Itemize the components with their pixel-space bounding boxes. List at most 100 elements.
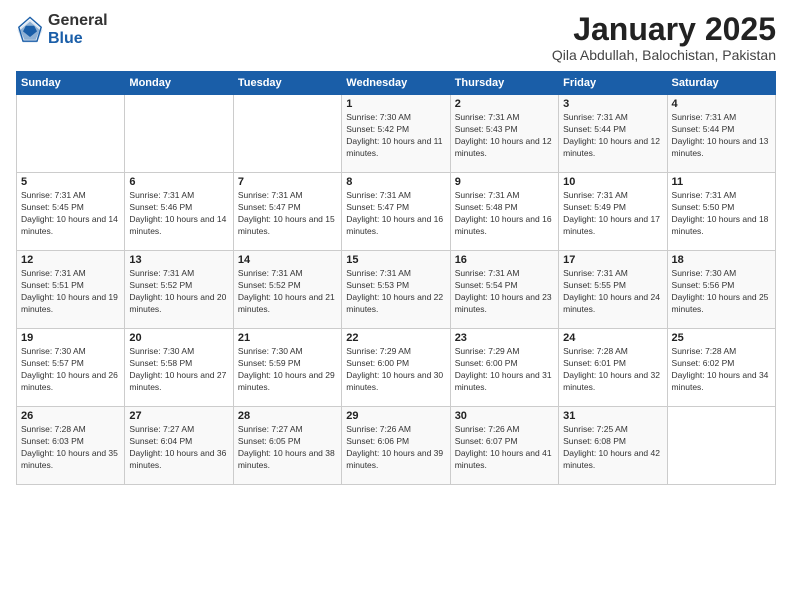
week-row-3: 12 Sunrise: 7:31 AM Sunset: 5:51 PM Dayli… xyxy=(17,251,776,329)
day-info: Sunrise: 7:25 AM Sunset: 6:08 PM Dayligh… xyxy=(563,424,662,472)
day-info: Sunrise: 7:31 AM Sunset: 5:47 PM Dayligh… xyxy=(346,190,445,238)
day-cell: 5 Sunrise: 7:31 AM Sunset: 5:45 PM Daylig… xyxy=(17,173,125,251)
header-friday: Friday xyxy=(559,72,667,95)
logo-blue: Blue xyxy=(48,30,108,48)
day-cell: 4Sunrise: 7:31 AM Sunset: 5:44 PM Daylig… xyxy=(667,95,775,173)
day-cell: 11 Sunrise: 7:31 AM Sunset: 5:50 PM Dayli… xyxy=(667,173,775,251)
day-cell: 25 Sunrise: 7:28 AM Sunset: 6:02 PM Dayli… xyxy=(667,329,775,407)
day-info: Sunrise: 7:30 AM Sunset: 5:58 PM Dayligh… xyxy=(129,346,228,394)
header-monday: Monday xyxy=(125,72,233,95)
day-number: 15 xyxy=(346,254,445,266)
day-cell: 1 Sunrise: 7:30 AM Sunset: 5:42 PM Daylig… xyxy=(342,95,450,173)
day-cell: 28 Sunrise: 7:27 AM Sunset: 6:05 PM Dayli… xyxy=(233,407,341,485)
day-cell: 15 Sunrise: 7:31 AM Sunset: 5:53 PM Dayli… xyxy=(342,251,450,329)
day-cell: 29 Sunrise: 7:26 AM Sunset: 6:06 PM Dayli… xyxy=(342,407,450,485)
day-number: 22 xyxy=(346,332,445,344)
day-info: Sunrise: 7:31 AM Sunset: 5:52 PM Dayligh… xyxy=(129,268,228,316)
day-cell: 21Sunrise: 7:30 AM Sunset: 5:59 PM Dayli… xyxy=(233,329,341,407)
day-number: 14 xyxy=(238,254,337,266)
day-cell: 3Sunrise: 7:31 AM Sunset: 5:44 PM Daylig… xyxy=(559,95,667,173)
day-number: 29 xyxy=(346,410,445,422)
day-info: Sunrise: 7:31 AM Sunset: 5:46 PM Dayligh… xyxy=(129,190,228,238)
page: General Blue January 2025 Qila Abdullah,… xyxy=(0,0,792,612)
day-cell: 9Sunrise: 7:31 AM Sunset: 5:48 PM Daylig… xyxy=(450,173,558,251)
day-info: Sunrise: 7:31 AM Sunset: 5:50 PM Dayligh… xyxy=(672,190,771,238)
day-cell: 7 Sunrise: 7:31 AM Sunset: 5:47 PM Daylig… xyxy=(233,173,341,251)
week-row-1: 1 Sunrise: 7:30 AM Sunset: 5:42 PM Daylig… xyxy=(17,95,776,173)
day-cell: 30 Sunrise: 7:26 AM Sunset: 6:07 PM Dayli… xyxy=(450,407,558,485)
day-cell xyxy=(667,407,775,485)
day-number: 31 xyxy=(563,410,662,422)
day-cell: 22 Sunrise: 7:29 AM Sunset: 6:00 PM Dayli… xyxy=(342,329,450,407)
day-cell: 18 Sunrise: 7:30 AM Sunset: 5:56 PM Dayli… xyxy=(667,251,775,329)
day-number: 28 xyxy=(238,410,337,422)
day-number: 25 xyxy=(672,332,771,344)
day-info: Sunrise: 7:31 AM Sunset: 5:55 PM Dayligh… xyxy=(563,268,662,316)
week-row-2: 5 Sunrise: 7:31 AM Sunset: 5:45 PM Daylig… xyxy=(17,173,776,251)
day-cell: 17 Sunrise: 7:31 AM Sunset: 5:55 PM Dayli… xyxy=(559,251,667,329)
day-cell: 24 Sunrise: 7:28 AM Sunset: 6:01 PM Dayli… xyxy=(559,329,667,407)
day-number: 24 xyxy=(563,332,662,344)
day-cell xyxy=(233,95,341,173)
header-sunday: Sunday xyxy=(17,72,125,95)
day-info: Sunrise: 7:30 AM Sunset: 5:57 PM Dayligh… xyxy=(21,346,120,394)
day-info: Sunrise: 7:27 AM Sunset: 6:05 PM Dayligh… xyxy=(238,424,337,472)
day-number: 26 xyxy=(21,410,120,422)
day-number: 5 xyxy=(21,176,120,188)
day-number: 17 xyxy=(563,254,662,266)
day-info: Sunrise: 7:26 AM Sunset: 6:07 PM Dayligh… xyxy=(455,424,554,472)
day-info: Sunrise: 7:31 AM Sunset: 5:45 PM Dayligh… xyxy=(21,190,120,238)
day-cell xyxy=(125,95,233,173)
day-cell: 6Sunrise: 7:31 AM Sunset: 5:46 PM Daylig… xyxy=(125,173,233,251)
day-number: 2 xyxy=(455,98,554,110)
day-number: 19 xyxy=(21,332,120,344)
day-cell: 27Sunrise: 7:27 AM Sunset: 6:04 PM Dayli… xyxy=(125,407,233,485)
day-info: Sunrise: 7:28 AM Sunset: 6:01 PM Dayligh… xyxy=(563,346,662,394)
logo-general: General xyxy=(48,12,108,30)
header-wednesday: Wednesday xyxy=(342,72,450,95)
day-number: 21 xyxy=(238,332,337,344)
logo: General Blue xyxy=(16,12,108,47)
day-info: Sunrise: 7:30 AM Sunset: 5:42 PM Dayligh… xyxy=(346,112,445,160)
day-info: Sunrise: 7:31 AM Sunset: 5:44 PM Dayligh… xyxy=(563,112,662,160)
day-info: Sunrise: 7:28 AM Sunset: 6:03 PM Dayligh… xyxy=(21,424,120,472)
day-info: Sunrise: 7:29 AM Sunset: 6:00 PM Dayligh… xyxy=(455,346,554,394)
day-cell: 12 Sunrise: 7:31 AM Sunset: 5:51 PM Dayli… xyxy=(17,251,125,329)
day-info: Sunrise: 7:28 AM Sunset: 6:02 PM Dayligh… xyxy=(672,346,771,394)
header-thursday: Thursday xyxy=(450,72,558,95)
day-cell: 8 Sunrise: 7:31 AM Sunset: 5:47 PM Daylig… xyxy=(342,173,450,251)
day-info: Sunrise: 7:30 AM Sunset: 5:56 PM Dayligh… xyxy=(672,268,771,316)
day-info: Sunrise: 7:26 AM Sunset: 6:06 PM Dayligh… xyxy=(346,424,445,472)
day-number: 8 xyxy=(346,176,445,188)
day-cell xyxy=(17,95,125,173)
header-row: Sunday Monday Tuesday Wednesday Thursday… xyxy=(17,72,776,95)
logo-text: General Blue xyxy=(48,12,108,47)
week-row-4: 19 Sunrise: 7:30 AM Sunset: 5:57 PM Dayli… xyxy=(17,329,776,407)
day-info: Sunrise: 7:31 AM Sunset: 5:47 PM Dayligh… xyxy=(238,190,337,238)
day-info: Sunrise: 7:31 AM Sunset: 5:49 PM Dayligh… xyxy=(563,190,662,238)
calendar-subtitle: Qila Abdullah, Balochistan, Pakistan xyxy=(552,47,776,63)
day-number: 18 xyxy=(672,254,771,266)
day-info: Sunrise: 7:31 AM Sunset: 5:48 PM Dayligh… xyxy=(455,190,554,238)
day-cell: 16 Sunrise: 7:31 AM Sunset: 5:54 PM Dayli… xyxy=(450,251,558,329)
day-number: 16 xyxy=(455,254,554,266)
day-number: 10 xyxy=(563,176,662,188)
logo-icon xyxy=(16,16,44,44)
day-number: 11 xyxy=(672,176,771,188)
day-info: Sunrise: 7:31 AM Sunset: 5:53 PM Dayligh… xyxy=(346,268,445,316)
day-cell: 31 Sunrise: 7:25 AM Sunset: 6:08 PM Dayli… xyxy=(559,407,667,485)
day-info: Sunrise: 7:31 AM Sunset: 5:52 PM Dayligh… xyxy=(238,268,337,316)
header-saturday: Saturday xyxy=(667,72,775,95)
day-info: Sunrise: 7:29 AM Sunset: 6:00 PM Dayligh… xyxy=(346,346,445,394)
day-number: 1 xyxy=(346,98,445,110)
day-number: 7 xyxy=(238,176,337,188)
day-number: 12 xyxy=(21,254,120,266)
day-cell: 19 Sunrise: 7:30 AM Sunset: 5:57 PM Dayli… xyxy=(17,329,125,407)
day-cell: 23Sunrise: 7:29 AM Sunset: 6:00 PM Dayli… xyxy=(450,329,558,407)
day-info: Sunrise: 7:31 AM Sunset: 5:51 PM Dayligh… xyxy=(21,268,120,316)
day-number: 20 xyxy=(129,332,228,344)
day-info: Sunrise: 7:31 AM Sunset: 5:54 PM Dayligh… xyxy=(455,268,554,316)
header: General Blue January 2025 Qila Abdullah,… xyxy=(16,12,776,63)
day-number: 30 xyxy=(455,410,554,422)
day-cell: 13Sunrise: 7:31 AM Sunset: 5:52 PM Dayli… xyxy=(125,251,233,329)
